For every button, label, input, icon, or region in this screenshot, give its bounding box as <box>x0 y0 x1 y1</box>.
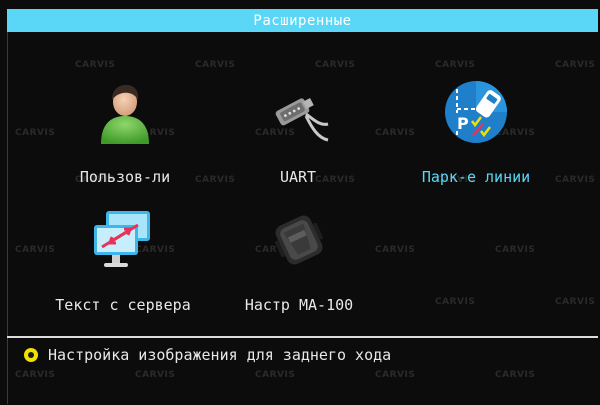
watermark: CARVIS <box>435 297 476 307</box>
menu-item-label: Настр MA-100 <box>244 296 354 314</box>
watermark: CARVIS <box>255 370 296 380</box>
parking-lines-icon: P <box>440 76 512 148</box>
watermark: CARVIS <box>195 60 236 70</box>
watermark: CARVIS <box>555 297 596 307</box>
menu-item-ma100[interactable]: Настр MA-100 <box>209 204 389 324</box>
menu-item-server-text[interactable]: Текст с сервера <box>33 204 213 324</box>
info-bullet-icon <box>24 348 38 362</box>
status-text: Настройка изображения для заднего хода <box>48 346 392 364</box>
menu-item-users[interactable]: Пользов-ли <box>35 76 215 196</box>
watermark: CARVIS <box>495 245 536 255</box>
menu-item-label: UART <box>279 168 317 186</box>
page-title: Расширенные <box>253 12 352 29</box>
menu-item-parking-lines[interactable]: P Парк-е линии <box>386 76 566 196</box>
watermark: CARVIS <box>15 370 56 380</box>
menu-item-label: Текст с сервера <box>55 296 191 314</box>
divider <box>7 336 598 338</box>
title-bar: Расширенные <box>7 9 598 32</box>
menu-item-uart[interactable]: UART <box>208 76 388 196</box>
watermark: CARVIS <box>435 60 476 70</box>
server-text-icon <box>87 204 159 276</box>
ma100-device-icon <box>263 204 335 276</box>
serial-cable-icon <box>262 76 334 148</box>
watermark: CARVIS <box>555 60 596 70</box>
menu-item-label: Парк-е линии <box>421 168 531 186</box>
menu-item-label: Пользов-ли <box>79 168 171 186</box>
settings-screen: Расширенные CARVIS CARVIS CARVIS CARVIS … <box>0 0 600 405</box>
watermark: CARVIS <box>375 370 416 380</box>
watermark: CARVIS <box>75 60 116 70</box>
status-bar: Настройка изображения для заднего хода <box>24 346 391 364</box>
watermark: CARVIS <box>315 60 356 70</box>
svg-text:P: P <box>457 114 469 133</box>
watermark: CARVIS <box>135 370 176 380</box>
user-icon <box>89 76 161 148</box>
watermark: CARVIS <box>495 370 536 380</box>
